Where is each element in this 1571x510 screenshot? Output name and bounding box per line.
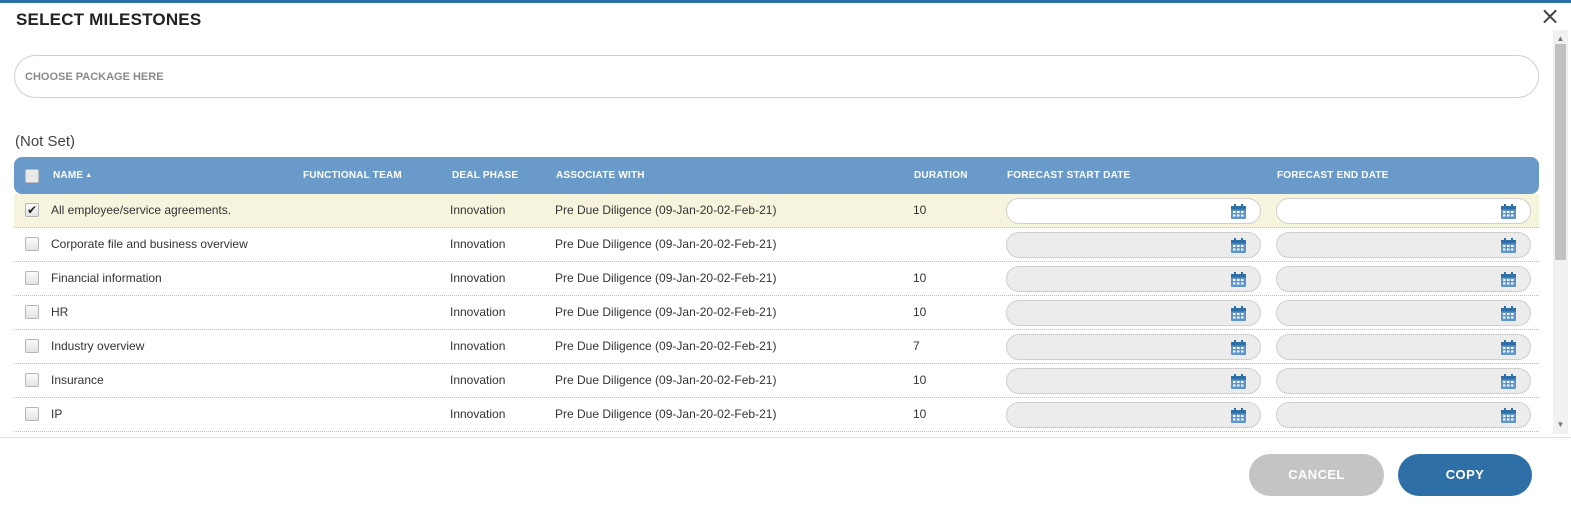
forecast-end-date-field[interactable] [1276, 198, 1531, 224]
close-icon[interactable]: × [1538, 4, 1562, 28]
duration: 10 [913, 373, 927, 387]
forecast-end-date-field[interactable] [1276, 232, 1531, 258]
forecast-end-date-field[interactable] [1276, 266, 1531, 292]
deal-phase: Innovation [450, 271, 506, 285]
table-row[interactable]: HR Innovation Pre Due Diligence (09-Jan-… [14, 296, 1539, 330]
milestone-name: Industry overview [51, 339, 145, 353]
row-checkbox[interactable] [25, 407, 39, 421]
footer-divider [0, 437, 1571, 438]
deal-phase: Innovation [450, 237, 506, 251]
row-checkbox[interactable] [25, 271, 39, 285]
duration: 10 [913, 305, 927, 319]
column-header-associate-with[interactable]: ASSOCIATE WITH [556, 157, 645, 194]
duration: 10 [913, 271, 927, 285]
select-all-checkbox[interactable] [25, 169, 39, 183]
table-row[interactable]: Corporate file and business overview Inn… [14, 228, 1539, 262]
scroll-down-arrow-icon[interactable]: ▼ [1553, 418, 1568, 432]
scroll-thumb[interactable] [1555, 44, 1566, 260]
column-header-functional-team[interactable]: FUNCTIONAL TEAM [303, 157, 402, 194]
forecast-end-date-field[interactable] [1276, 300, 1531, 326]
duration: 10 [913, 203, 927, 217]
column-header-forecast-end[interactable]: FORECAST END DATE [1277, 157, 1389, 194]
milestone-name: Corporate file and business overview [51, 237, 248, 251]
calendar-icon[interactable] [1230, 305, 1247, 322]
table-row[interactable]: Insurance Innovation Pre Due Diligence (… [14, 364, 1539, 398]
calendar-icon[interactable] [1230, 237, 1247, 254]
table-row[interactable]: IP Innovation Pre Due Diligence (09-Jan-… [14, 398, 1539, 432]
sort-asc-icon: ▲ [85, 172, 93, 179]
copy-button[interactable]: COPY [1398, 454, 1532, 496]
column-header-deal-phase[interactable]: DEAL PHASE [452, 157, 518, 194]
calendar-icon[interactable] [1500, 271, 1517, 288]
associate-with: Pre Due Diligence (09-Jan-20-02-Feb-21) [555, 305, 777, 319]
calendar-icon[interactable] [1500, 237, 1517, 254]
milestone-name: Insurance [51, 373, 104, 387]
milestone-name: All employee/service agreements. [51, 203, 232, 217]
row-checkbox[interactable] [25, 373, 39, 387]
column-header-name[interactable]: NAME ▲ [53, 157, 92, 194]
associate-with: Pre Due Diligence (09-Jan-20-02-Feb-21) [555, 237, 777, 251]
forecast-start-date-field[interactable] [1006, 300, 1261, 326]
forecast-end-date-field[interactable] [1276, 334, 1531, 360]
associate-with: Pre Due Diligence (09-Jan-20-02-Feb-21) [555, 271, 777, 285]
vertical-scrollbar[interactable]: ▲ ▼ [1553, 30, 1568, 434]
forecast-start-date-field[interactable] [1006, 334, 1261, 360]
table-row[interactable]: ✔ All employee/service agreements. Innov… [14, 194, 1539, 228]
forecast-start-date-field[interactable] [1006, 198, 1261, 224]
milestone-name: IP [51, 407, 63, 421]
calendar-icon[interactable] [1230, 339, 1247, 356]
row-checkbox[interactable] [25, 305, 39, 319]
calendar-icon[interactable] [1500, 407, 1517, 424]
calendar-icon[interactable] [1500, 203, 1517, 220]
column-header-forecast-start[interactable]: FORECAST START DATE [1007, 157, 1130, 194]
forecast-end-date-field[interactable] [1276, 402, 1531, 428]
milestones-table: NAME ▲ FUNCTIONAL TEAM DEAL PHASE ASSOCIA… [14, 157, 1539, 433]
forecast-start-date-field[interactable] [1006, 368, 1261, 394]
associate-with: Pre Due Diligence (09-Jan-20-02-Feb-21) [555, 373, 777, 387]
milestone-name: HR [51, 305, 69, 319]
forecast-end-date-field[interactable] [1276, 368, 1531, 394]
row-checkbox[interactable]: ✔ [25, 203, 39, 217]
deal-phase: Innovation [450, 407, 506, 421]
calendar-icon[interactable] [1230, 203, 1247, 220]
deal-phase: Innovation [450, 339, 506, 353]
calendar-icon[interactable] [1230, 373, 1247, 390]
duration: 7 [913, 339, 920, 353]
calendar-icon[interactable] [1230, 407, 1247, 424]
dialog-title: SELECT MILESTONES [16, 10, 202, 29]
forecast-start-date-field[interactable] [1006, 402, 1261, 428]
calendar-icon[interactable] [1500, 339, 1517, 356]
table-row[interactable]: Industry overview Innovation Pre Due Dil… [14, 330, 1539, 364]
deal-phase: Innovation [450, 203, 506, 217]
forecast-start-date-field[interactable] [1006, 266, 1261, 292]
row-checkbox[interactable] [25, 237, 39, 251]
group-label: (Not Set) [15, 133, 76, 150]
column-header-name-label: NAME [53, 170, 84, 181]
table-header: NAME ▲ FUNCTIONAL TEAM DEAL PHASE ASSOCIA… [14, 157, 1539, 194]
deal-phase: Innovation [450, 305, 506, 319]
associate-with: Pre Due Diligence (09-Jan-20-02-Feb-21) [555, 339, 777, 353]
calendar-icon[interactable] [1500, 305, 1517, 322]
row-checkbox[interactable] [25, 339, 39, 353]
dialog-top-accent [0, 0, 1571, 3]
associate-with: Pre Due Diligence (09-Jan-20-02-Feb-21) [555, 407, 777, 421]
calendar-icon[interactable] [1500, 373, 1517, 390]
associate-with: Pre Due Diligence (09-Jan-20-02-Feb-21) [555, 203, 777, 217]
choose-package-input[interactable] [14, 55, 1539, 98]
column-header-duration[interactable]: DURATION [914, 157, 968, 194]
forecast-start-date-field[interactable] [1006, 232, 1261, 258]
table-row[interactable]: Financial information Innovation Pre Due… [14, 262, 1539, 296]
milestone-name: Financial information [51, 271, 162, 285]
cancel-button[interactable]: CANCEL [1249, 454, 1384, 496]
calendar-icon[interactable] [1230, 271, 1247, 288]
duration: 10 [913, 407, 927, 421]
deal-phase: Innovation [450, 373, 506, 387]
